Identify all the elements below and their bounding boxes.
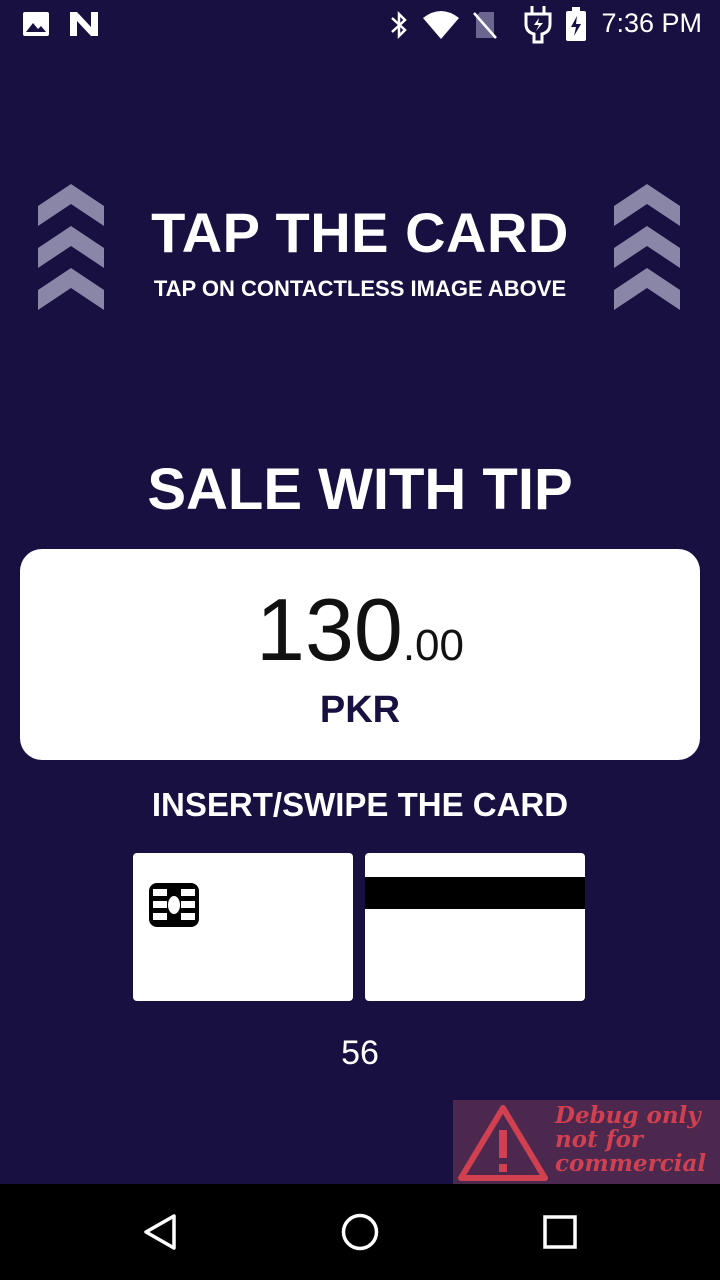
- warning-icon: [458, 1105, 548, 1181]
- chip-icon: [149, 883, 199, 927]
- bluetooth-icon: [391, 10, 407, 40]
- amount-display: 130.00: [20, 579, 700, 681]
- charging-plug-icon: [524, 6, 552, 44]
- debug-watermark: Debug only not for commercial: [453, 1100, 720, 1184]
- insert-swipe-label: INSERT/SWIPE THE CARD: [151, 786, 569, 823]
- magstripe-card-image: [365, 853, 585, 1001]
- navigation-bar: [0, 1184, 720, 1280]
- back-icon[interactable]: [140, 1212, 180, 1252]
- amount-panel: 130.00 PKR: [20, 549, 700, 760]
- chip-card-image: [133, 853, 353, 1001]
- tap-card-title: TAP THE CARD: [151, 201, 569, 264]
- n-logo-icon: [70, 12, 98, 36]
- amount-integer: 130: [256, 580, 403, 679]
- tap-card-subtitle: TAP ON CONTACTLESS IMAGE ABOVE: [153, 276, 567, 301]
- amount-decimal: .00: [402, 621, 464, 670]
- currency-code: PKR: [319, 689, 401, 731]
- magnetic-stripe: [365, 877, 585, 909]
- recents-icon[interactable]: [542, 1212, 578, 1252]
- home-icon[interactable]: [340, 1212, 380, 1252]
- status-time: 7:36 PM: [601, 8, 702, 38]
- no-sim-icon: [473, 12, 497, 39]
- transaction-type: SALE WITH TIP: [147, 457, 573, 522]
- debug-text: Debug only not for commercial: [555, 1102, 707, 1177]
- countdown-timer: 56: [341, 1034, 379, 1072]
- status-bar: 7:36 PM: [0, 0, 720, 48]
- wifi-icon: [423, 11, 459, 39]
- image-icon: [23, 12, 49, 36]
- battery-charging-icon: [566, 7, 586, 41]
